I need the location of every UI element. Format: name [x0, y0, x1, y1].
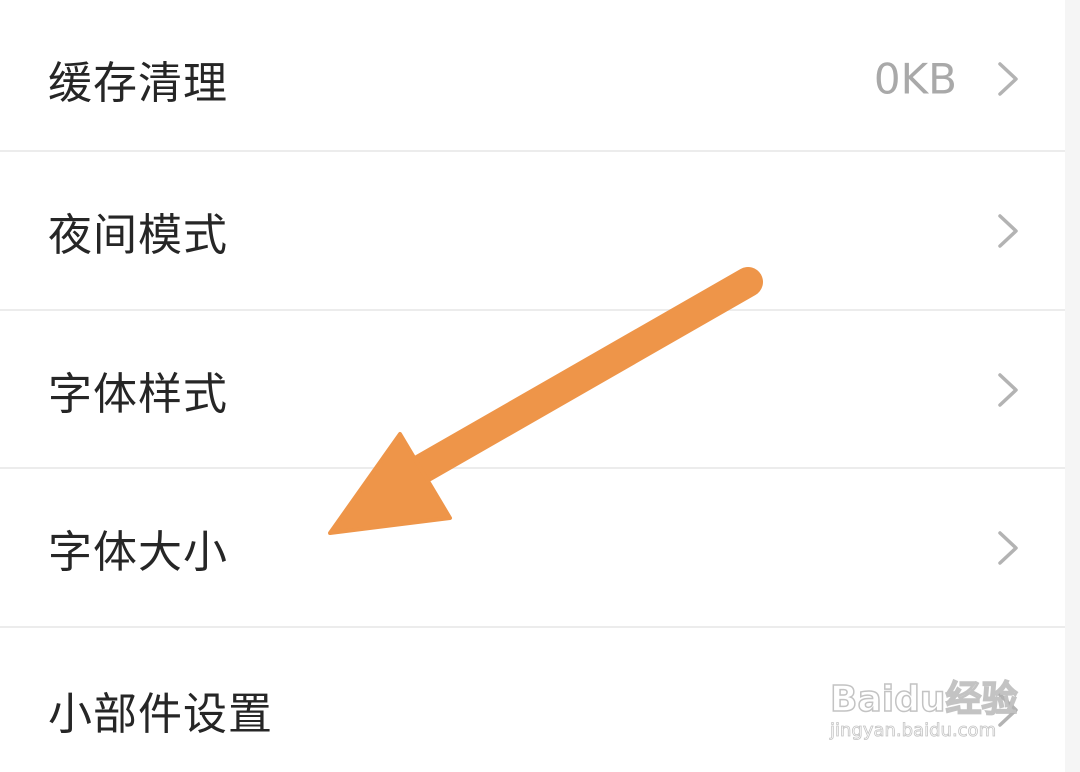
settings-item-font-size[interactable]: 字体大小	[0, 469, 1065, 626]
settings-item-label: 字体样式	[48, 368, 228, 420]
watermark-url: jingyan.baidu.com	[830, 720, 997, 742]
scrollbar[interactable]	[1065, 0, 1080, 772]
chevron-right-icon	[998, 61, 1018, 96]
settings-item-label: 夜间模式	[48, 209, 228, 261]
settings-item-font-style[interactable]: 字体样式	[0, 311, 1065, 468]
baidu-jingyan-watermark: Baidu经验 jingyan.baidu.com	[824, 650, 1034, 750]
settings-item-label: 缓存清理	[48, 57, 228, 109]
watermark-logo: Baidu经验	[829, 678, 1018, 721]
cache-size-value: 0KB	[873, 54, 957, 103]
settings-item-label: 字体大小	[48, 526, 228, 578]
settings-item-label: 小部件设置	[48, 689, 273, 741]
chevron-right-icon	[998, 530, 1018, 565]
chevron-right-icon	[998, 213, 1018, 248]
chevron-right-icon	[998, 372, 1018, 407]
settings-item-cache-clear[interactable]: 缓存清理 0KB	[0, 0, 1065, 157]
settings-item-night-mode[interactable]: 夜间模式	[0, 152, 1065, 309]
